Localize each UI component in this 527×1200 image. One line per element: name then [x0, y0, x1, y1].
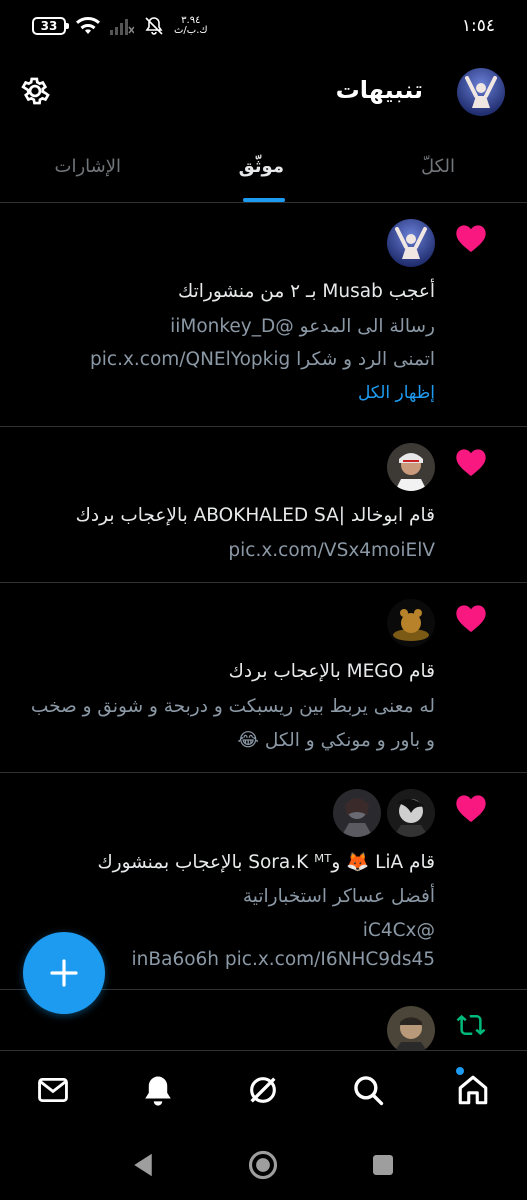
muted-bell-icon — [145, 17, 163, 35]
status-icons: 33 ٣.٩٤ ك.ب/ث — [32, 16, 208, 36]
notification-text: أعجب Musab بـ ٢ من منشوراتك — [178, 281, 435, 302]
settings-gear-icon[interactable] — [18, 74, 52, 108]
tab-mentions[interactable]: الإشارات — [55, 156, 121, 177]
header: تنبيهات — [0, 60, 527, 124]
profile-avatar[interactable] — [457, 68, 505, 116]
clock: ١:٥٤ — [461, 16, 495, 36]
post-preview-line: أفضل عساكر استخباراتية — [242, 886, 435, 907]
user-avatar[interactable] — [387, 1006, 435, 1054]
notification-text: قام ابوخالد |ABOKHALED SA بالإعجاب بردك — [75, 505, 435, 526]
heart-icon — [455, 603, 487, 633]
heart-icon — [455, 447, 487, 477]
post-preview-line: inBa6o6h pic.x.com/I6NHC9ds45 — [131, 949, 435, 970]
notification-text: قام LiA 🦊 وSora.K ᴹᵀ بالإعجاب بمنشورك — [97, 852, 435, 873]
user-avatar[interactable] — [387, 599, 435, 647]
post-preview-line: له معنى يربط بين ريسبكت و دربحة و شونق و… — [30, 696, 435, 717]
actor-avatars — [387, 219, 435, 267]
heart-icon — [455, 223, 487, 253]
post-preview-line: pic.x.com/VSx4moiElV — [228, 540, 435, 561]
user-avatar[interactable] — [387, 789, 435, 837]
actor-avatars — [387, 599, 435, 647]
show-all-link[interactable]: إظهار الكل — [358, 383, 435, 403]
active-tab-indicator — [243, 198, 285, 202]
grok-icon[interactable] — [246, 1073, 280, 1107]
search-icon[interactable] — [351, 1073, 385, 1107]
repost-icon — [455, 1010, 487, 1040]
user-avatar[interactable] — [387, 443, 435, 491]
system-nav-bar — [0, 1130, 527, 1200]
page-title: تنبيهات — [335, 76, 423, 104]
actor-avatars — [387, 443, 435, 491]
actor-avatars — [333, 789, 435, 837]
notification-text: قام MEGO بالإعجاب بردك — [228, 661, 435, 682]
plus-icon — [50, 959, 78, 987]
tab-all[interactable]: الكلّ — [421, 156, 455, 177]
tab-verified[interactable]: موثّق — [239, 156, 284, 177]
home-icon[interactable] — [456, 1073, 490, 1107]
messages-icon[interactable] — [36, 1073, 70, 1107]
heart-icon — [455, 793, 487, 823]
status-bar: 33 ٣.٩٤ ك.ب/ث ١:٥٤ — [0, 0, 527, 56]
signal-icon — [110, 19, 134, 35]
home-unread-dot — [456, 1067, 464, 1075]
recents-icon[interactable] — [368, 1150, 398, 1180]
post-preview-line: و باور و مونكي و الكل 😂 — [237, 730, 435, 751]
battery-indicator: 33 — [32, 17, 69, 35]
network-speed-unit: ك.ب/ث — [174, 25, 208, 36]
user-avatar[interactable] — [387, 219, 435, 267]
notification-item[interactable]: أعجب Musab بـ ٢ من منشوراتك رسالة الى ال… — [0, 203, 527, 427]
back-icon[interactable] — [128, 1150, 158, 1180]
bottom-nav — [0, 1050, 527, 1131]
post-preview-line: اتمنى الرد و شكرا pic.x.com/QNElYopkig — [90, 349, 435, 370]
post-preview-line: @iC4Cx — [362, 920, 435, 941]
home-circle-icon[interactable] — [248, 1150, 278, 1180]
battery-level: 33 — [40, 19, 58, 33]
user-avatar[interactable] — [333, 789, 381, 837]
post-preview-line: رسالة الى المدعو @iiMonkey_D — [170, 316, 435, 337]
notification-item[interactable]: قام ابوخالد |ABOKHALED SA بالإعجاب بردك … — [0, 427, 527, 583]
network-speed: ٣.٩٤ ك.ب/ث — [174, 16, 208, 36]
actor-avatars — [387, 1006, 435, 1054]
notification-tabs: الكلّ موثّق الإشارات — [0, 128, 527, 203]
notifications-icon[interactable] — [141, 1073, 175, 1107]
compose-button[interactable] — [23, 932, 105, 1014]
notification-item[interactable]: قام MEGO بالإعجاب بردك له معنى يربط بين … — [0, 583, 527, 773]
wifi-icon — [76, 17, 100, 34]
